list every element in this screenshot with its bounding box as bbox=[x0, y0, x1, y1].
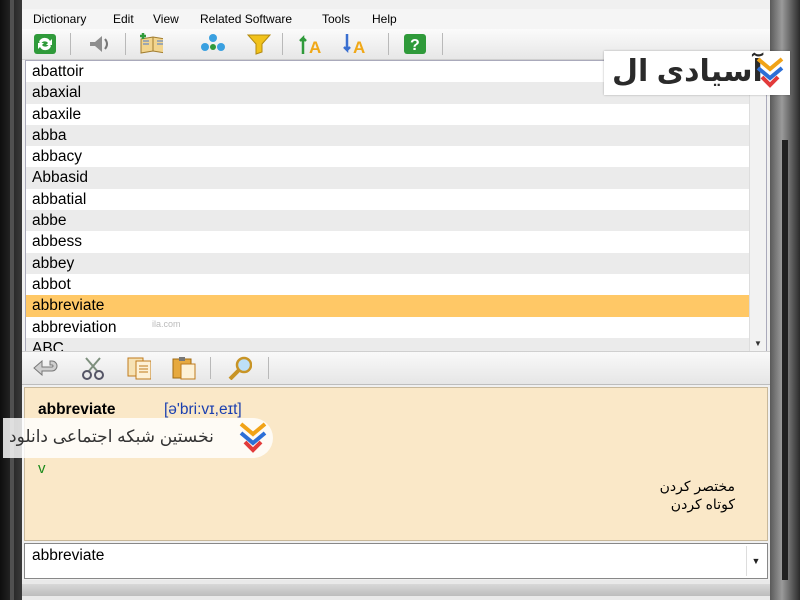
definition-panel: abbreviate [ə'bri:vɪ,eɪt] v مختصر کردن ک… bbox=[24, 387, 768, 541]
list-item[interactable]: abba bbox=[26, 124, 766, 147]
desktop-left-edge bbox=[0, 0, 22, 600]
paste-icon[interactable] bbox=[170, 356, 196, 380]
list-item[interactable]: abaxile bbox=[26, 104, 766, 125]
menu-help[interactable]: Help bbox=[372, 12, 397, 26]
watermark-small-text: ila.com bbox=[152, 319, 181, 329]
menu-bar: Dictionary Edit View Related Software To… bbox=[22, 9, 770, 29]
svg-text:A: A bbox=[309, 38, 321, 56]
chevron-down-icon[interactable]: ▼ bbox=[746, 546, 765, 576]
word-list[interactable]: abattoir abaxial abaxile abba abbacy Abb… bbox=[25, 60, 767, 352]
undo-icon[interactable] bbox=[32, 356, 58, 380]
menu-view[interactable]: View bbox=[153, 12, 179, 26]
watermark-logo-text: آسیادی ال bbox=[612, 55, 763, 88]
speaker-icon[interactable] bbox=[87, 32, 113, 56]
definition-meaning: کوتاه کردن bbox=[670, 496, 735, 512]
definition-headword: abbreviate bbox=[38, 401, 116, 418]
list-item[interactable]: abbey bbox=[26, 252, 766, 274]
copy-icon[interactable] bbox=[125, 356, 151, 380]
help-icon[interactable]: ? bbox=[402, 32, 428, 56]
list-item[interactable]: abbatial bbox=[26, 189, 766, 210]
sort-ascending-icon[interactable]: A bbox=[298, 32, 324, 56]
list-item[interactable]: abbess bbox=[26, 231, 766, 252]
list-item[interactable]: abbot bbox=[26, 274, 766, 295]
definition-phonetic: [ə'bri:vɪ,eɪt] bbox=[164, 401, 242, 418]
search-input-value[interactable]: abbreviate bbox=[32, 547, 104, 565]
edit-toolbar bbox=[22, 351, 770, 385]
logo-mark-icon bbox=[756, 57, 784, 88]
watermark-banner-text: نخستین شبکه اجتماعی دانلود bbox=[9, 427, 214, 446]
list-scrollbar[interactable]: ▼ bbox=[749, 61, 766, 351]
menu-related-software[interactable]: Related Software bbox=[200, 12, 292, 26]
refresh-icon[interactable] bbox=[32, 32, 58, 56]
list-item[interactable]: ABC bbox=[26, 337, 766, 351]
sort-descending-icon[interactable]: A bbox=[342, 32, 368, 56]
list-item[interactable]: abbreviation bbox=[26, 317, 766, 338]
menu-dictionary[interactable]: Dictionary bbox=[33, 12, 86, 26]
menu-edit[interactable]: Edit bbox=[113, 12, 134, 26]
cut-icon[interactable] bbox=[80, 356, 106, 380]
list-item[interactable]: abbe bbox=[26, 210, 766, 232]
watermark-banner: نخستین شبکه اجتماعی دانلود bbox=[3, 418, 273, 458]
filter-icon[interactable] bbox=[246, 32, 272, 56]
definition-meaning: مختصر کردن bbox=[659, 478, 735, 494]
search-input[interactable]: abbreviate ▼ bbox=[24, 543, 768, 579]
list-item[interactable]: Abbasid bbox=[26, 167, 766, 189]
status-strip bbox=[22, 580, 770, 600]
svg-text:?: ? bbox=[410, 37, 420, 54]
list-item-selected[interactable]: abbreviate bbox=[26, 295, 766, 317]
definition-part-of-speech: v bbox=[38, 460, 46, 477]
scroll-down-icon[interactable]: ▼ bbox=[754, 339, 762, 348]
list-item[interactable]: abbacy bbox=[26, 146, 766, 167]
network-icon[interactable] bbox=[200, 32, 226, 56]
banner-logo-icon bbox=[239, 422, 267, 453]
add-entry-icon[interactable] bbox=[137, 32, 163, 56]
svg-text:A: A bbox=[353, 38, 365, 56]
watermark-logo: آسیادی ال bbox=[604, 51, 790, 95]
search-icon[interactable] bbox=[226, 356, 252, 380]
menu-tools[interactable]: Tools bbox=[322, 12, 350, 26]
